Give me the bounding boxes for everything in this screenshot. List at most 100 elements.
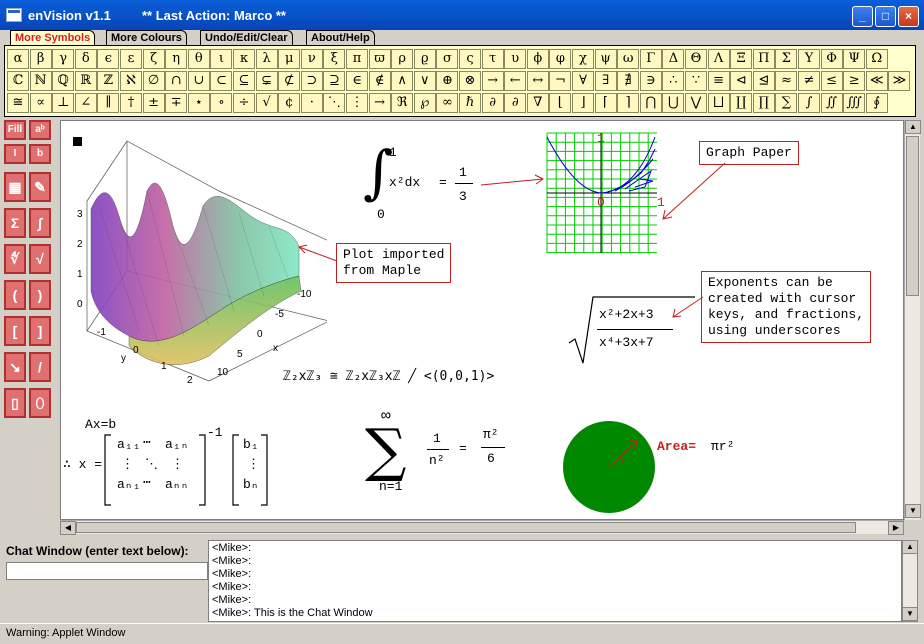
symbol-button[interactable]: ∫ <box>798 93 820 113</box>
symbol-button[interactable]: ∬ <box>820 93 843 113</box>
chat-log[interactable]: <Mike>: <Mike>: <Mike>: <Mike>: <Mike>: <Mike… <box>208 540 902 622</box>
sqrt-tool-button[interactable]: √ <box>29 244 51 274</box>
color-palette-tool-button[interactable]: ▦ <box>4 172 26 202</box>
line-tool-button[interactable]: / <box>29 352 51 382</box>
scroll-down-arrow-icon[interactable]: ▼ <box>905 504 921 518</box>
sum-tool-button[interactable]: Σ <box>4 208 26 238</box>
symbol-button[interactable]: ∋ <box>639 71 662 91</box>
fill-tool-button[interactable]: Fill <box>4 120 26 140</box>
symbol-button[interactable]: ↔ <box>526 71 549 91</box>
symbol-button[interactable]: Ξ <box>730 49 753 69</box>
vertical-scroll-thumb[interactable] <box>906 136 919 296</box>
symbol-button[interactable]: ε <box>120 49 142 69</box>
minimize-button[interactable]: _ <box>852 6 873 27</box>
left-bracket-tool-button[interactable]: [ <box>4 316 26 346</box>
symbol-button[interactable]: ∑ <box>775 93 798 113</box>
symbol-button[interactable]: ∨ <box>413 71 436 91</box>
scroll-left-arrow-icon[interactable]: ◀ <box>60 521 76 535</box>
symbol-button[interactable]: ζ <box>142 49 165 69</box>
symbol-button[interactable]: ⋱ <box>323 93 346 113</box>
nth-root-tool-button[interactable]: ∜ <box>4 244 26 274</box>
symbol-button[interactable]: τ <box>481 49 504 69</box>
symbol-button[interactable]: ∉ <box>368 71 391 91</box>
symbol-button[interactable]: ι <box>210 49 233 69</box>
symbol-button[interactable]: ⌊ <box>549 93 572 113</box>
symbol-button[interactable]: ⋆ <box>187 93 210 113</box>
symbol-button[interactable]: ⌋ <box>572 93 594 113</box>
canvas-vertical-scrollbar[interactable]: ▲ ▼ <box>904 120 921 520</box>
arrow-tool-button[interactable]: ↘ <box>4 352 26 382</box>
symbol-button[interactable]: γ <box>52 49 75 69</box>
symbol-button[interactable]: ∏ <box>752 93 775 113</box>
integral-tool-button[interactable]: ∫ <box>29 208 51 238</box>
symbol-button[interactable]: Λ <box>707 49 730 69</box>
chat-input[interactable] <box>6 562 208 580</box>
symbol-button[interactable]: Σ <box>775 49 798 69</box>
symbol-button[interactable]: ⊕ <box>436 71 459 91</box>
symbol-button[interactable]: ∵ <box>685 71 707 91</box>
symbol-button[interactable]: ⊃ <box>300 71 323 91</box>
symbol-button[interactable]: ℤ <box>97 71 120 91</box>
symbol-button[interactable]: ÷ <box>233 93 255 113</box>
symbol-button[interactable]: ∅ <box>142 71 165 91</box>
symbol-button[interactable]: ⋂ <box>639 93 662 113</box>
symbol-button[interactable]: ∓ <box>165 93 188 113</box>
symbol-button[interactable]: ⊥ <box>52 93 75 113</box>
symbol-button[interactable]: ∂ <box>481 93 504 113</box>
symbol-button[interactable]: φ <box>549 49 572 69</box>
symbol-button[interactable]: ∀ <box>572 71 594 91</box>
left-paren-tool-button[interactable]: ( <box>4 280 26 310</box>
symbol-button[interactable]: ∘ <box>210 93 233 113</box>
symbol-button[interactable]: ℂ <box>7 71 29 91</box>
symbol-button[interactable]: ≥ <box>843 71 866 91</box>
scroll-up-arrow-icon[interactable]: ▲ <box>905 120 921 134</box>
tab-about-help[interactable]: About/Help <box>306 30 375 46</box>
symbol-button[interactable]: ⋃ <box>662 93 685 113</box>
symbol-button[interactable]: ⊇ <box>323 71 346 91</box>
symbol-button[interactable]: ⊄ <box>278 71 301 91</box>
symbol-button[interactable]: ∪ <box>187 71 210 91</box>
symbol-button[interactable]: ⊊ <box>255 71 278 91</box>
superscript-tool-button[interactable]: aᵇ <box>29 120 51 140</box>
symbol-button[interactable]: χ <box>572 49 594 69</box>
symbol-button[interactable]: ∄ <box>617 71 640 91</box>
symbol-button[interactable]: ϕ <box>526 49 549 69</box>
symbol-button[interactable]: ς <box>459 49 481 69</box>
symbol-button[interactable]: ⊗ <box>459 71 481 91</box>
right-paren-tool-button[interactable]: ) <box>29 280 51 310</box>
right-bracket-tool-button[interactable]: ] <box>29 316 51 346</box>
symbol-button[interactable]: ∐ <box>730 93 753 113</box>
symbol-button[interactable]: ≫ <box>888 71 911 91</box>
horizontal-scroll-thumb[interactable] <box>76 522 856 533</box>
symbol-button[interactable]: α <box>7 49 29 69</box>
symbol-button[interactable]: † <box>120 93 142 113</box>
symbol-button[interactable]: ∮ <box>865 93 888 113</box>
symbol-button[interactable]: ∴ <box>662 71 685 91</box>
symbol-button[interactable]: ϱ <box>413 49 436 69</box>
title-bar[interactable]: enVision v1.1 ** Last Action: Marco ** _… <box>0 0 924 30</box>
symbol-button[interactable]: ∇ <box>526 93 549 113</box>
circle-shape[interactable] <box>561 419 657 515</box>
symbol-button[interactable]: ρ <box>391 49 414 69</box>
symbol-button[interactable]: ∈ <box>346 71 368 91</box>
maximize-button[interactable]: □ <box>875 6 896 27</box>
bold-tool-button[interactable]: b <box>29 144 51 164</box>
note-maple-plot[interactable]: Plot imported from Maple <box>336 243 452 283</box>
symbol-button[interactable]: ϵ <box>97 49 120 69</box>
symbol-button[interactable]: Δ <box>662 49 685 69</box>
pencil-tool-button[interactable]: ✎ <box>29 172 51 202</box>
symbol-button[interactable]: η <box>165 49 188 69</box>
symbol-button[interactable]: ⋮ <box>346 93 368 113</box>
symbol-button[interactable]: Γ <box>639 49 662 69</box>
symbol-button[interactable]: ⊲ <box>730 71 753 91</box>
symbol-button[interactable]: Ω <box>865 49 888 69</box>
drawing-canvas[interactable]: 3 2 1 0 -1 0 1 2 y -10 -5 0 5 10 x Plot … <box>60 120 904 520</box>
group-isomorphism[interactable]: ℤ₂xℤ₃ ≅ ℤ₂xℤ₃xℤ ╱ <(0,0,1)> <box>283 369 494 384</box>
series-expression[interactable]: ∞ ∑ n=1 1 n² = π² 6 <box>361 405 521 495</box>
symbol-button[interactable]: ⊂ <box>210 71 233 91</box>
symbol-button[interactable]: ⋁ <box>685 93 707 113</box>
symbol-button[interactable]: ℵ <box>120 71 142 91</box>
symbol-button[interactable]: σ <box>436 49 459 69</box>
tab-more-symbols[interactable]: More Symbols <box>10 30 96 46</box>
symbol-button[interactable]: Θ <box>685 49 707 69</box>
